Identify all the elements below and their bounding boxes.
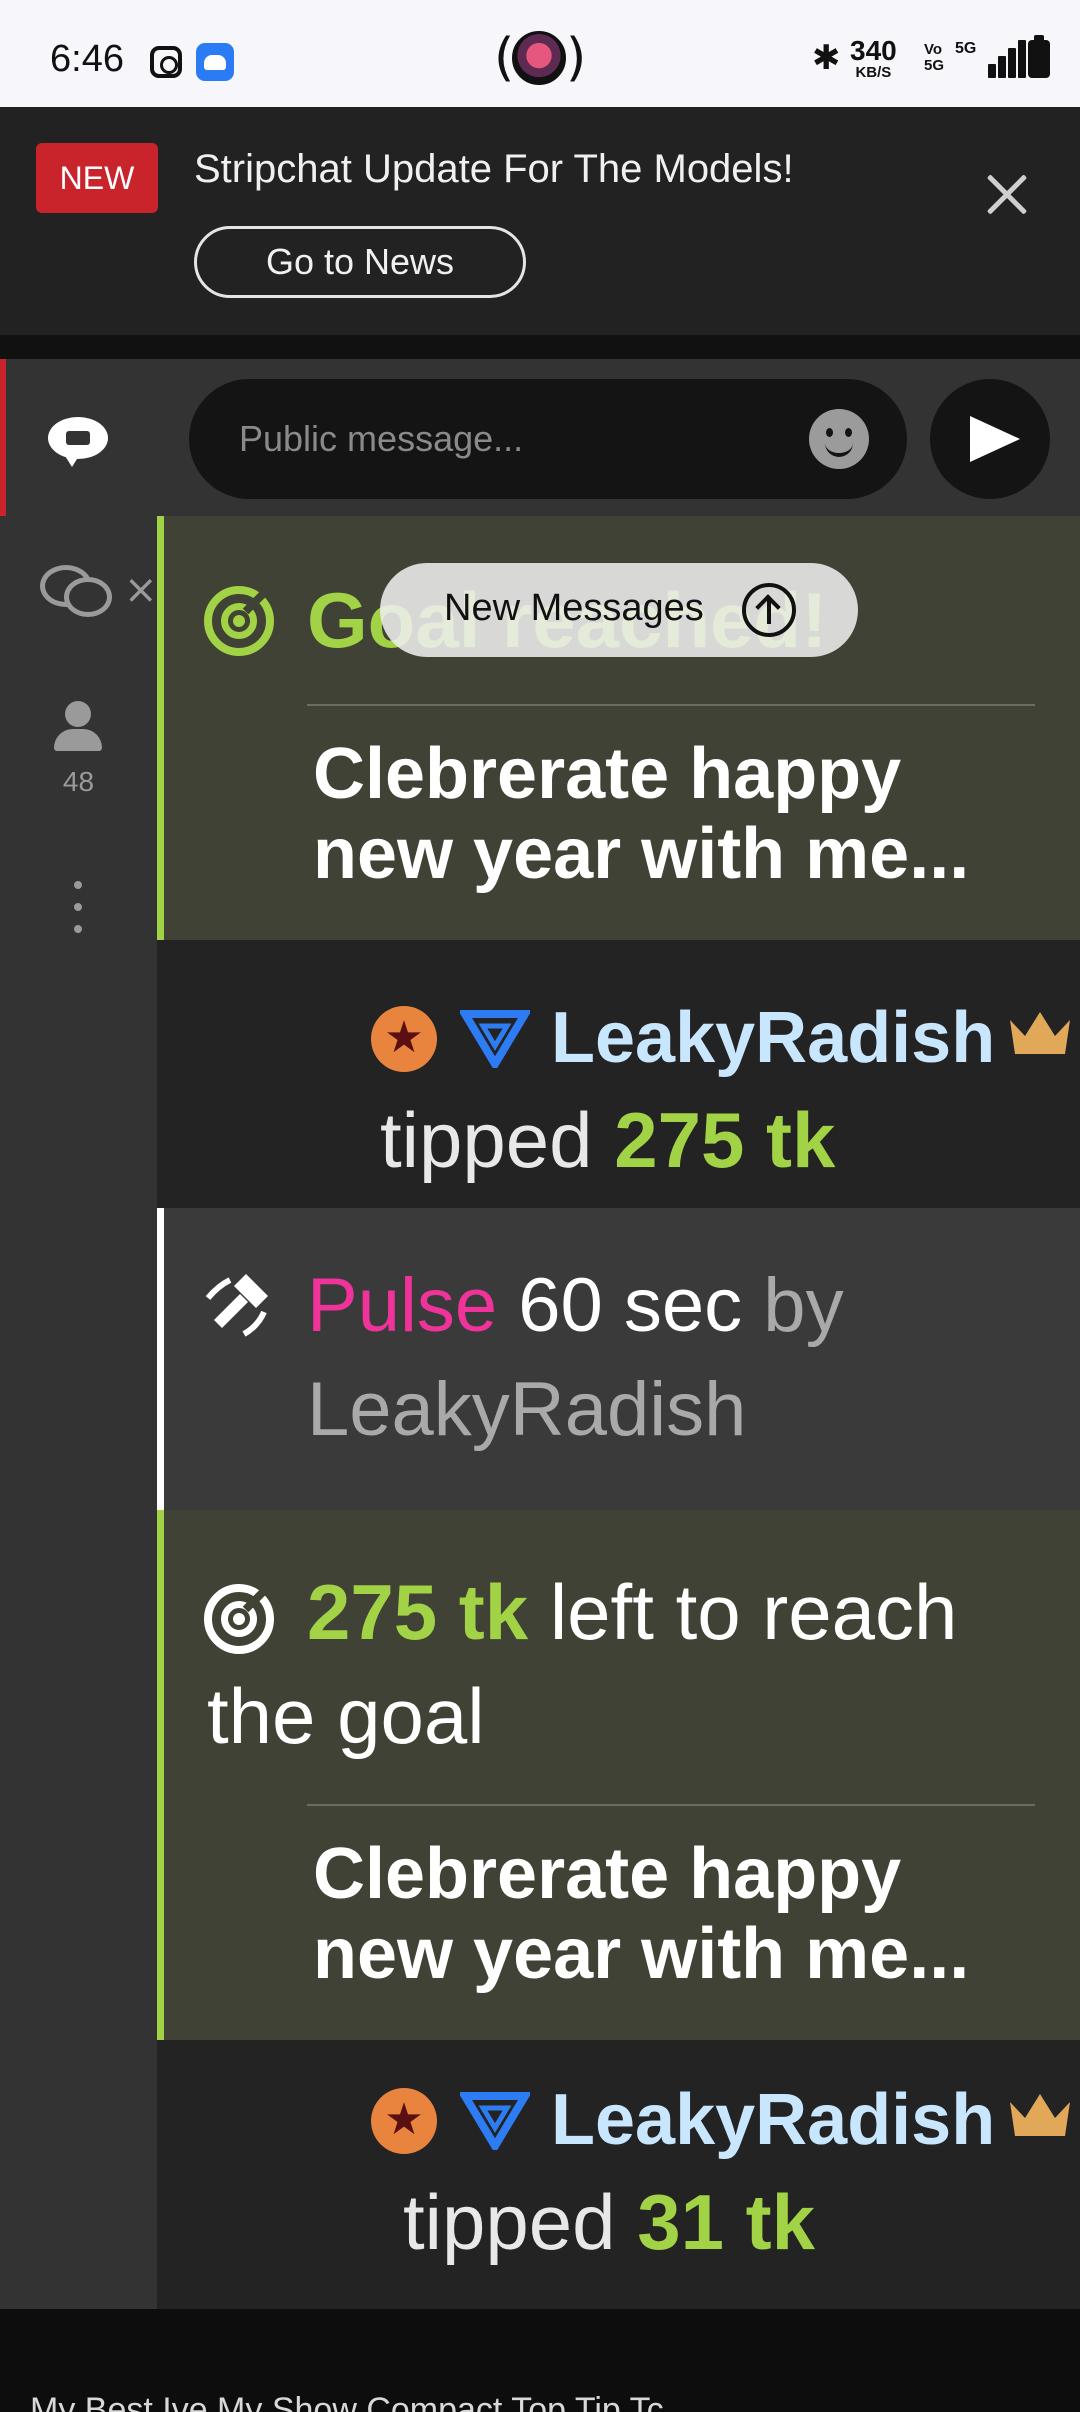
volte-icon: Vo 5G: [924, 41, 945, 74]
close-icon[interactable]: [975, 163, 1039, 227]
composer: [157, 359, 1080, 516]
send-button[interactable]: [930, 379, 1050, 499]
tip-username[interactable]: LeakyRadish: [551, 2080, 995, 2160]
close-private-icon[interactable]: ×: [124, 567, 158, 613]
chat-sidebar: × 48: [0, 359, 158, 2309]
battery-icon: [1028, 35, 1050, 78]
bottom-navigation: My Best Ive My Show Compact Top Tip Tc: [0, 2309, 1080, 2412]
signal-icon: [968, 40, 1026, 78]
notification-app-icon: [196, 43, 234, 81]
public-chat-icon[interactable]: [48, 417, 108, 467]
pulse-kind: Pulse: [307, 1263, 498, 1348]
star-badge-icon: ★: [371, 2088, 437, 2154]
users-icon[interactable]: [52, 701, 104, 753]
more-vertical-icon[interactable]: [72, 881, 84, 933]
bottom-nav-text[interactable]: My Best Ive My Show Compact Top Tip Tc: [30, 2391, 664, 2412]
live-indicator: ( ): [494, 28, 587, 88]
crown-icon: [1007, 2090, 1073, 2142]
crown-icon: [1007, 1008, 1073, 1060]
goal-description: Clebrerate happy new year with me...: [313, 1834, 970, 1994]
tip-username[interactable]: LeakyRadish: [551, 998, 995, 1078]
goal-progress-text: 275 tk left to reach the goal: [207, 1560, 1067, 1768]
arrow-up-circle-icon: [742, 583, 796, 637]
tip-amount: 31 tk: [637, 2178, 815, 2266]
new-messages-label: New Messages: [444, 587, 704, 629]
league-badge-icon: [457, 2090, 533, 2154]
league-badge-icon: [457, 1008, 533, 1072]
goal-divider: [307, 704, 1035, 706]
goal-left-amount: 275 tk: [307, 1568, 529, 1656]
public-message-input[interactable]: [189, 379, 907, 499]
users-count: 48: [62, 766, 95, 797]
pulse-icon: [202, 1268, 274, 1340]
tip-text: tipped 275 tk: [380, 1098, 835, 1182]
goal-divider: [307, 1804, 1035, 1806]
pulse-duration: 60 sec: [518, 1263, 743, 1348]
instagram-icon: [150, 46, 182, 78]
star-badge-icon: ★: [371, 1006, 437, 1072]
divider: [0, 335, 1080, 359]
status-bar: 6:46 ( ) ✱ 340 KB/S Vo 5G 5G: [0, 0, 1080, 107]
bluetooth-icon: ✱: [812, 38, 841, 78]
tip-message: ★ LeakyRadish tipped 275 tk: [157, 940, 1080, 1208]
tip-verb: tipped: [380, 1096, 593, 1184]
tip-amount: 275 tk: [614, 1096, 836, 1184]
speed-value: 340: [850, 35, 897, 66]
pulse-username[interactable]: LeakyRadish: [307, 1367, 746, 1452]
go-to-news-button[interactable]: Go to News: [194, 226, 526, 298]
new-messages-button[interactable]: New Messages: [380, 563, 858, 657]
new-badge: NEW: [36, 143, 158, 213]
private-chat-icon[interactable]: [40, 565, 116, 621]
message-list[interactable]: Goal reached! Clebrerate happy new year …: [157, 516, 1080, 2309]
pulse-by: by: [763, 1263, 844, 1348]
active-tab-indicator: [0, 359, 6, 516]
network-speed: 340 KB/S: [850, 35, 897, 81]
tip-verb: tipped: [403, 2178, 616, 2266]
tip-message: ★ LeakyRadish tipped 31 tk: [157, 2040, 1080, 2309]
tip-text: tipped 31 tk: [403, 2180, 815, 2264]
pulse-text: Pulse 60 sec by LeakyRadish: [307, 1254, 1047, 1462]
goal-description: Clebrerate happy new year with me...: [313, 734, 970, 894]
news-banner: NEW Stripchat Update For The Models! Go …: [0, 107, 1080, 335]
status-time: 6:46: [50, 38, 124, 80]
target-icon: [204, 581, 276, 656]
goal-progress-message: 275 tk left to reach the goal Clebrerate…: [157, 1510, 1080, 2040]
pulse-message: Pulse 60 sec by LeakyRadish: [157, 1208, 1080, 1510]
news-title: Stripchat Update For The Models!: [194, 147, 794, 191]
emoji-icon[interactable]: [809, 409, 869, 469]
speed-unit: KB/S: [855, 64, 892, 81]
live-avatar-icon: [512, 31, 566, 85]
